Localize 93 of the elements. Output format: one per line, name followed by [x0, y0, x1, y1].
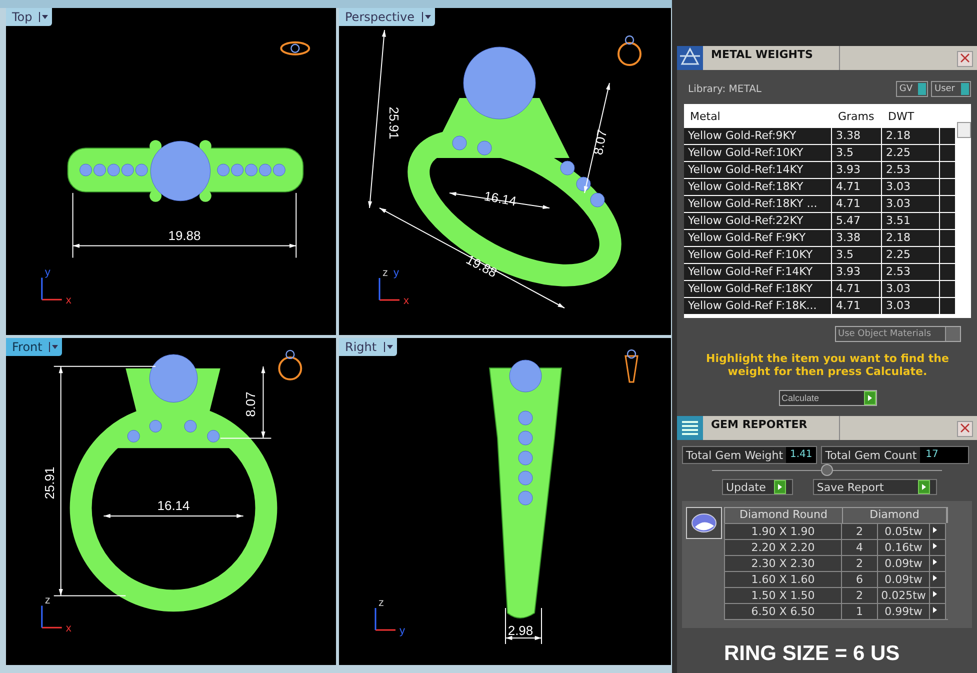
axis-label: y	[394, 267, 399, 279]
table-cell: 0.09tw	[878, 555, 930, 571]
viewport-tab[interactable]: Right	[339, 338, 397, 356]
table-cell[interactable]: Yellow Gold-Ref:10KY	[684, 145, 832, 161]
table-cell: 0.09tw	[878, 571, 930, 587]
axis-label: z	[44, 594, 50, 607]
table-cell[interactable]: Yellow Gold-Ref F:18KY	[684, 281, 832, 297]
table-cell: 3.03	[882, 196, 940, 212]
table-cell: 6.50 X 6.50	[724, 603, 842, 619]
table-cell: 0.05tw	[878, 523, 930, 539]
hint-text: Highlight the item you want to find the weight for then press Calculate.	[705, 352, 950, 378]
panel-title: GEM REPORTER	[703, 416, 840, 440]
axis-label: z	[382, 267, 388, 279]
panel-title: METAL WEIGHTS	[703, 46, 840, 70]
table-cell: 2.20 X 2.20	[724, 539, 842, 555]
axis-label: z	[378, 597, 384, 609]
table-cell: 4.71	[832, 179, 882, 195]
table-cell: 3.93	[832, 264, 882, 280]
table-cell: 5.47	[832, 213, 882, 229]
table-cell: 2.53	[882, 264, 940, 280]
table-cell: 2.30 X 2.30	[724, 555, 842, 571]
materials-option[interactable]: Use Object Materials	[835, 326, 961, 342]
table-cell: 3.93	[832, 162, 882, 178]
report-button[interactable]: Save Report	[812, 479, 937, 495]
table-cell: 0.025tw	[878, 587, 930, 603]
table-cell[interactable]: Yellow Gold-Ref F:14KY	[684, 264, 832, 280]
table-cell[interactable]: Yellow Gold-Ref F:18K...	[684, 298, 832, 314]
table-cell: 2.25	[882, 247, 940, 263]
axis-label: y	[400, 625, 405, 637]
viewport[interactable]: Right 2.98 z y	[339, 338, 671, 665]
toggle-switch[interactable]: User	[931, 81, 971, 97]
axis-label: x	[66, 622, 72, 635]
calculate-button[interactable]: Calculate	[778, 390, 876, 406]
dimension-label: 2.98	[508, 623, 534, 638]
table-cell[interactable]: Yellow Gold-Ref F:9KY	[684, 230, 832, 246]
table-cell[interactable]: Yellow Gold-Ref:9KY	[684, 128, 832, 144]
table-cell: 2.53	[882, 162, 940, 178]
table-cell[interactable]: Yellow Gold-Ref:18KY ...	[684, 196, 832, 212]
field-value: 17	[920, 447, 968, 463]
field-label: Total Gem Count	[824, 448, 918, 462]
table-cell: 0.99tw	[878, 603, 930, 619]
viewport-tab[interactable]: Perspective	[339, 8, 434, 26]
table-cell: 2.18	[882, 128, 940, 144]
field-label: Total Gem Weight	[685, 448, 784, 462]
table-cell: 2	[842, 587, 878, 603]
axis-label: x	[404, 295, 409, 307]
dimension-label: 25.91	[42, 466, 57, 500]
dimension-label: 8.07	[243, 392, 258, 417]
table-cell: 4.71	[832, 298, 882, 314]
ring-size-caption: RING SIZE = 6 US	[724, 642, 901, 666]
dimension-label: 19.88	[168, 228, 201, 243]
table-cell: 1	[842, 603, 878, 619]
column-header: Grams	[837, 110, 876, 122]
library-label: Library: METAL	[688, 84, 762, 94]
viewport[interactable]: Front 25.91 8.07 16.14 z x	[6, 338, 336, 665]
table-cell: 3.38	[832, 230, 882, 246]
table-cell: 2	[842, 523, 878, 539]
table-cell[interactable]: Yellow Gold-Ref F:10KY	[684, 247, 832, 263]
table-cell: 3.51	[882, 213, 940, 229]
viewport-tab[interactable]: Top	[6, 8, 52, 26]
table-cell: 3.5	[832, 145, 882, 161]
axis-label: y	[44, 266, 50, 279]
axis-label: x	[66, 294, 72, 307]
table-cell[interactable]: Yellow Gold-Ref:22KY	[684, 213, 832, 229]
table-cell: 2.25	[882, 145, 940, 161]
table-cell[interactable]: Yellow Gold-Ref:18KY	[684, 179, 832, 195]
table-cell: 2	[842, 555, 878, 571]
table-cell: 3.38	[832, 128, 882, 144]
table-cell[interactable]: Yellow Gold-Ref:14KY	[684, 162, 832, 178]
report-button[interactable]: Update	[722, 479, 793, 495]
dimension-label: 16.14	[157, 498, 190, 513]
table-cell: 3.5	[832, 247, 882, 263]
table-cell: 3.03	[882, 281, 940, 297]
table-cell: 1.60 X 1.60	[724, 571, 842, 587]
table-cell: 4.71	[832, 281, 882, 297]
viewport-tab[interactable]: Front	[6, 338, 62, 356]
table-cell: 4	[842, 539, 878, 555]
table-cell: 6	[842, 571, 878, 587]
dimension-label: 25.91	[386, 106, 402, 140]
dimension-label: 16.14	[482, 188, 518, 209]
field-value: 1.41	[786, 447, 816, 463]
toggle-switch[interactable]: GV	[896, 81, 928, 97]
table-cell: 3.03	[882, 298, 940, 314]
dimension-label: 19.88	[464, 252, 500, 280]
table-cell: 3.03	[882, 179, 940, 195]
table-cell: 1.90 X 1.90	[724, 523, 842, 539]
table-cell: 2.18	[882, 230, 940, 246]
table-cell: 4.71	[832, 196, 882, 212]
table-cell: 0.16tw	[878, 539, 930, 555]
column-header: Metal	[689, 110, 722, 122]
table-cell: 1.50 X 1.50	[724, 587, 842, 603]
viewport[interactable]: Top 19.88 y x	[6, 8, 336, 335]
column-header: DWT	[887, 110, 916, 122]
